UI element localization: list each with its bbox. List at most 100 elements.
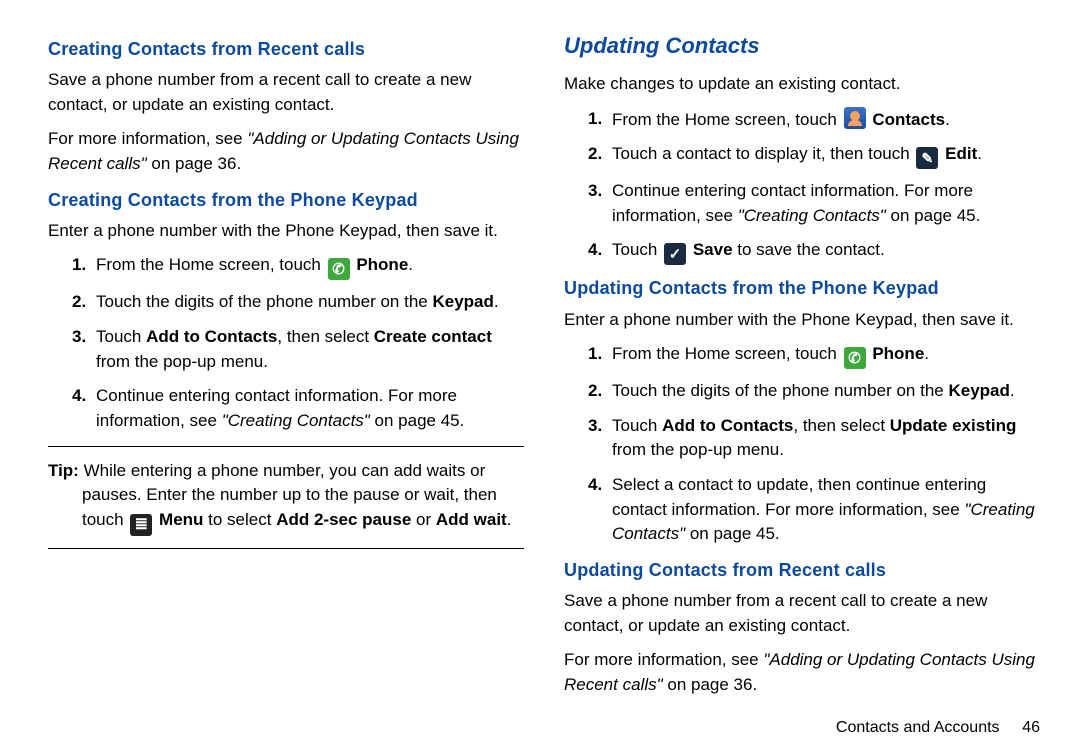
list-number: 1. [588,342,602,367]
divider [48,548,524,549]
list-item: 4. Select a contact to update, then cont… [564,473,1040,547]
heading-updating-keypad: Updating Contacts from the Phone Keypad [564,275,1040,301]
text: or [411,510,436,529]
label-contacts: Contacts [872,110,945,129]
text: Touch the digits of the phone number on … [96,292,432,311]
label-update-existing: Update existing [890,416,1017,435]
text: to select [203,510,276,529]
list-number: 4. [588,473,602,498]
tip-line: touch Menu to select Add 2-sec pause or … [48,508,524,536]
text: on page 36. [663,675,758,694]
text: on page 45. [370,411,465,430]
list-item: 1. From the Home screen, touch Phone. [48,253,524,280]
text: . [977,144,982,163]
contacts-icon [844,107,866,129]
text: Select a contact to update, then continu… [612,475,986,519]
para: Save a phone number from a recent call t… [564,589,1040,638]
text: . [924,344,929,363]
list-item: 2. Touch the digits of the phone number … [48,290,524,315]
list-item: 2. Touch the digits of the phone number … [564,379,1040,404]
label-create-contact: Create contact [374,327,492,346]
footer-section: Contacts and Accounts [836,719,1000,736]
list-number: 2. [588,142,602,167]
text: . [1010,381,1015,400]
label-add-pause: Add 2-sec pause [276,510,411,529]
list-item: 3. Touch Add to Contacts, then select Up… [564,414,1040,463]
page-number: 46 [1004,716,1040,739]
text: on page 36. [147,154,242,173]
edit-icon [916,147,938,169]
list-number: 4. [588,238,602,263]
tip-block: Tip: While entering a phone number, you … [48,459,524,536]
text: on page 45. [685,524,780,543]
text: From the Home screen, touch [612,110,842,129]
para: Make changes to update an existing conta… [564,72,1040,97]
text: . [494,292,499,311]
list-number: 3. [72,325,86,350]
list-item: 1. From the Home screen, touch Phone. [564,342,1040,369]
text: Touch the digits of the phone number on … [612,381,948,400]
text: From the Home screen, touch [612,344,842,363]
text: Touch a contact to display it, then touc… [612,144,914,163]
text: Touch [612,240,662,259]
heading-creating-recent: Creating Contacts from Recent calls [48,36,524,62]
text: from the pop-up menu. [612,440,784,459]
ordered-list: 1. From the Home screen, touch Phone. 2.… [564,342,1040,547]
label-phone: Phone [356,255,408,274]
text: . [507,510,512,529]
list-item: 3. Continue entering contact information… [564,179,1040,228]
tip-label: Tip: [48,461,79,480]
text: , then select [277,327,373,346]
list-item: 2. Touch a contact to display it, then t… [564,142,1040,169]
label-save: Save [693,240,733,259]
text: on page 45. [886,206,981,225]
label-phone: Phone [872,344,924,363]
xref: "Creating Contacts" [738,206,886,225]
para: Enter a phone number with the Phone Keyp… [564,308,1040,333]
ordered-list: 1. From the Home screen, touch Phone. 2.… [48,253,524,433]
text: pauses. Enter the number up to the pause… [48,483,524,508]
text: For more information, see [564,650,763,669]
page: Creating Contacts from Recent calls Save… [0,0,1080,720]
text: Touch [96,327,146,346]
list-item: 4. Continue entering contact information… [48,384,524,433]
right-column: Updating Contacts Make changes to update… [564,30,1040,700]
para: Save a phone number from a recent call t… [48,68,524,117]
label-add-to-contacts: Add to Contacts [662,416,793,435]
phone-icon [328,258,350,280]
text: Touch [612,416,662,435]
text: . [945,110,950,129]
list-number: 4. [72,384,86,409]
text: . [408,255,413,274]
label-keypad: Keypad [948,381,1009,400]
para-xref: For more information, see "Adding or Upd… [48,127,524,176]
heading-creating-keypad: Creating Contacts from the Phone Keypad [48,187,524,213]
divider [48,446,524,447]
label-add-wait: Add wait [436,510,507,529]
text: , then select [793,416,889,435]
label-menu: Menu [159,510,203,529]
text: While entering a phone number, you can a… [84,461,486,480]
list-number: 2. [72,290,86,315]
left-column: Creating Contacts from Recent calls Save… [48,30,524,700]
list-item: 1. From the Home screen, touch Contacts. [564,107,1040,133]
list-number: 1. [588,107,602,132]
label-edit: Edit [945,144,977,163]
text: touch [82,510,128,529]
page-footer: Contacts and Accounts 46 [564,716,1040,739]
ordered-list: 1. From the Home screen, touch Contacts.… [564,107,1040,266]
menu-icon [130,514,152,536]
text: From the Home screen, touch [96,255,326,274]
phone-icon [844,347,866,369]
check-icon [664,243,686,265]
text: from the pop-up menu. [96,352,268,371]
list-number: 3. [588,414,602,439]
text: to save the contact. [733,240,885,259]
xref: "Creating Contacts" [222,411,370,430]
heading-updating-recent: Updating Contacts from Recent calls [564,557,1040,583]
text: For more information, see [48,129,247,148]
list-number: 1. [72,253,86,278]
label-add-to-contacts: Add to Contacts [146,327,277,346]
list-item: 3. Touch Add to Contacts, then select Cr… [48,325,524,374]
list-number: 3. [588,179,602,204]
